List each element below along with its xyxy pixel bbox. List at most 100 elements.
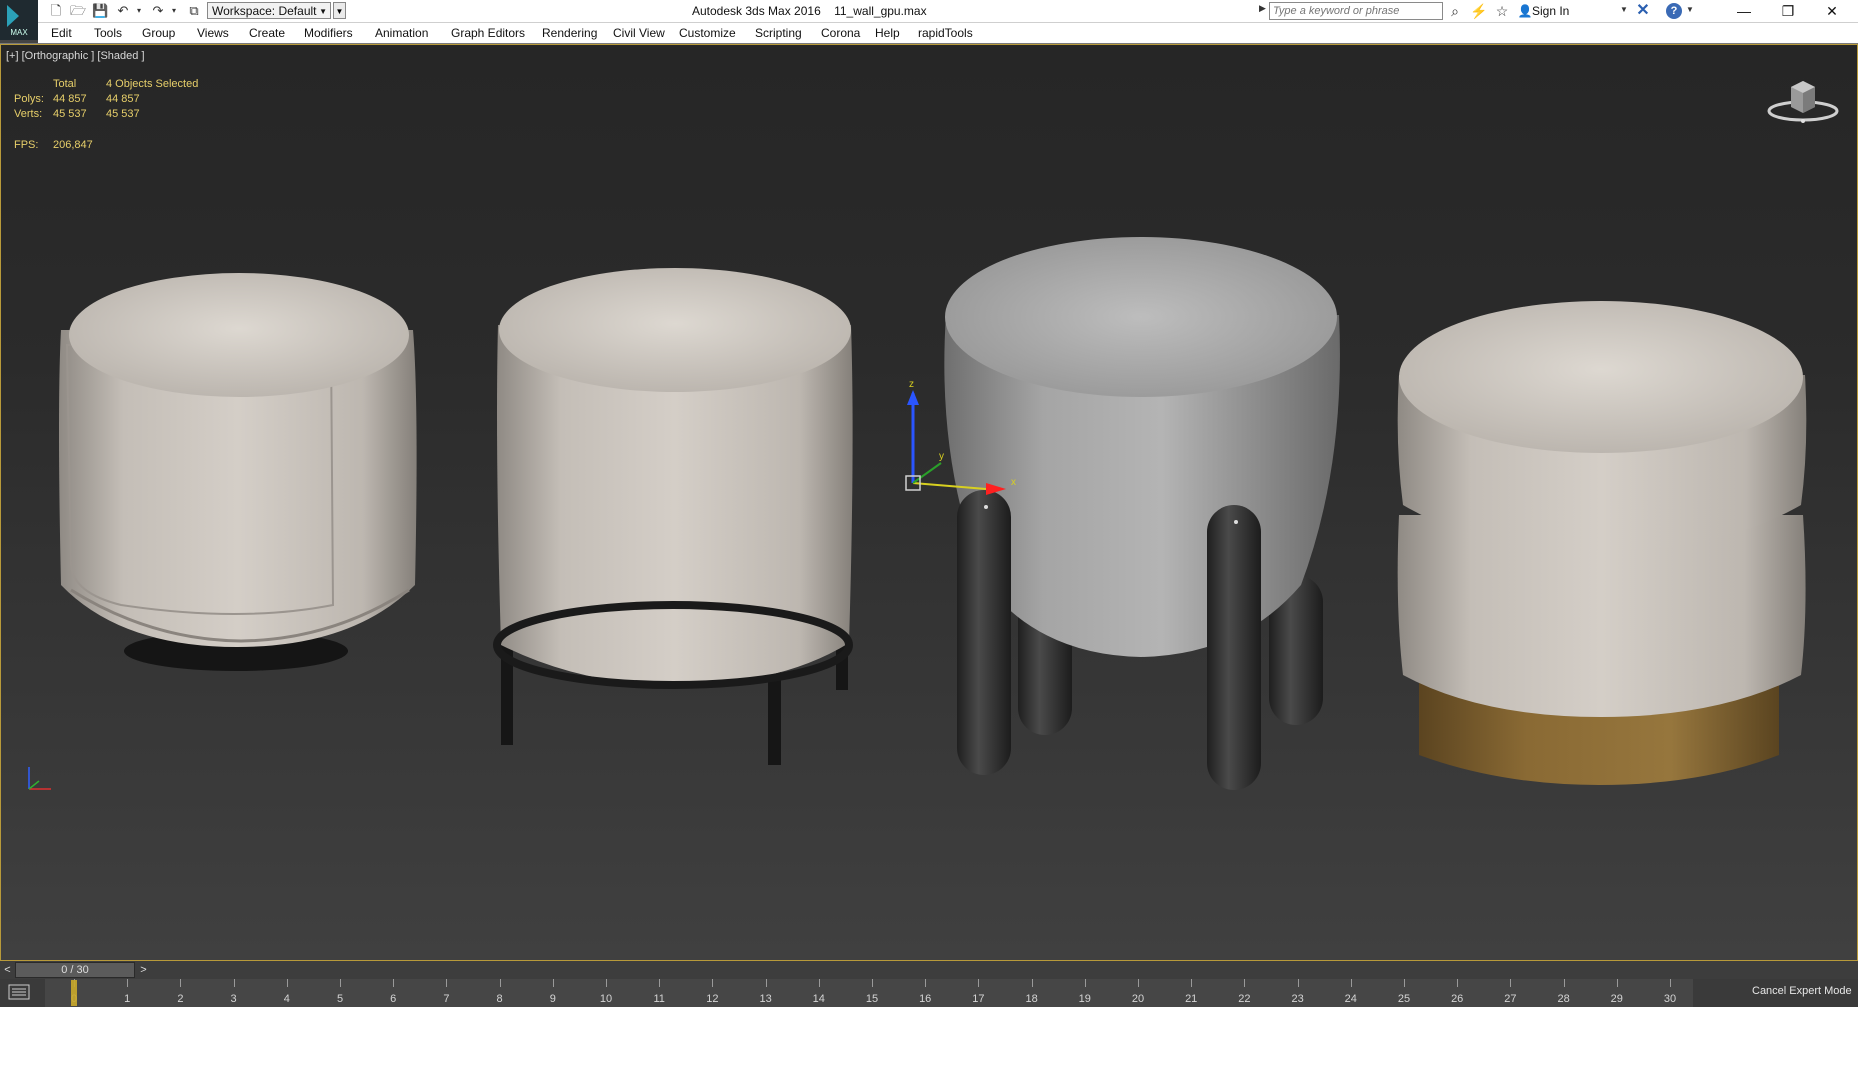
frame-label: 12 bbox=[706, 993, 719, 1005]
close-button[interactable]: ✕ bbox=[1810, 0, 1854, 22]
frame-label: 7 bbox=[443, 993, 450, 1005]
search-expand-icon[interactable]: ▶ bbox=[1259, 3, 1266, 14]
menu-rapidtools[interactable]: rapidTools bbox=[918, 26, 973, 40]
gizmo-y-label: y bbox=[939, 451, 944, 462]
frame-tick bbox=[286, 979, 288, 987]
cancel-expert-mode-button[interactable]: Cancel Expert Mode bbox=[1752, 985, 1852, 997]
viewcube-icon[interactable] bbox=[1765, 75, 1841, 125]
sign-in-link[interactable]: Sign In bbox=[1532, 4, 1569, 18]
app-logo-button[interactable]: MAX bbox=[0, 0, 38, 40]
time-slider-bar: < 0 / 30 > bbox=[0, 961, 1858, 979]
frame-label: 9 bbox=[549, 993, 556, 1005]
pouf-4-model[interactable] bbox=[1397, 301, 1807, 785]
save-icon[interactable]: 💾 bbox=[92, 3, 108, 18]
menu-views[interactable]: Views bbox=[197, 26, 229, 40]
frame-label: 3 bbox=[230, 993, 237, 1005]
pouf-3-model[interactable] bbox=[944, 237, 1340, 790]
menu-graph-editors[interactable]: Graph Editors bbox=[451, 26, 525, 40]
restore-button[interactable]: ❐ bbox=[1766, 0, 1810, 22]
sign-in-dropdown-icon[interactable]: ▼ bbox=[1620, 5, 1628, 14]
3ds-max-window: 🗋 🗁 💾 ↶ ▾ ↷ ▾ ⧉ Workspace: Default ▼ ▼ A… bbox=[0, 0, 1858, 1007]
frame-label: 18 bbox=[1025, 993, 1038, 1005]
workspace-dropdown[interactable]: Workspace: Default ▼ bbox=[207, 2, 331, 19]
curve-editor-icon[interactable] bbox=[8, 984, 30, 1000]
menu-tools[interactable]: Tools bbox=[94, 26, 122, 40]
world-axis-tripod-icon bbox=[28, 767, 51, 790]
frame-tick bbox=[1457, 979, 1459, 987]
menu-civil-view[interactable]: Civil View bbox=[613, 26, 665, 40]
open-file-icon[interactable]: 🗁 bbox=[70, 3, 86, 18]
frame-tick bbox=[818, 979, 820, 987]
stats-polys-total: 44 857 bbox=[53, 93, 87, 105]
frame-tick bbox=[872, 979, 873, 987]
new-file-icon[interactable]: 🗋 bbox=[48, 3, 64, 18]
logo-icon bbox=[7, 5, 19, 27]
pouf-2-model[interactable] bbox=[493, 268, 853, 765]
undo-dropdown-icon[interactable]: ▾ bbox=[131, 3, 147, 18]
frame-label: 16 bbox=[919, 993, 932, 1005]
window-title: Autodesk 3ds Max 2016 11_wall_gpu.max bbox=[692, 4, 927, 18]
frame-tick bbox=[765, 979, 767, 987]
frame-label: 5 bbox=[336, 993, 344, 1005]
menu-edit[interactable]: Edit bbox=[51, 26, 72, 40]
time-slider[interactable]: 0 / 30 bbox=[15, 962, 135, 978]
viewport-label-menu[interactable]: [+] [Orthographic ] [Shaded ] bbox=[6, 50, 145, 62]
frame-label: 21 bbox=[1185, 993, 1198, 1005]
menu-corona[interactable]: Corona bbox=[821, 26, 860, 40]
menu-group[interactable]: Group bbox=[142, 26, 175, 40]
redo-dropdown-icon[interactable]: ▾ bbox=[166, 3, 182, 18]
help-button[interactable]: ? bbox=[1666, 3, 1682, 19]
gizmo-z-label: z bbox=[909, 379, 914, 390]
communication-center-icon[interactable]: ⚡ bbox=[1470, 2, 1488, 20]
frame-label: 27 bbox=[1504, 993, 1517, 1005]
undo-icon[interactable]: ↶ bbox=[115, 3, 131, 18]
redo-icon[interactable]: ↷ bbox=[150, 3, 166, 18]
menu-modifiers[interactable]: Modifiers bbox=[304, 26, 353, 40]
frame-tick bbox=[180, 979, 182, 987]
pouf-1-model[interactable] bbox=[59, 273, 417, 671]
frame-tick bbox=[1510, 979, 1512, 987]
menu-bar: Edit Tools Group Views Create Modifiers … bbox=[38, 23, 1858, 43]
search-input[interactable] bbox=[1269, 2, 1443, 20]
menu-rendering[interactable]: Rendering bbox=[542, 26, 597, 40]
time-prev-button[interactable]: < bbox=[0, 961, 15, 979]
frame-tick bbox=[1616, 979, 1618, 987]
frame-label: 8 bbox=[496, 993, 503, 1005]
gizmo-x-label: x bbox=[1011, 477, 1016, 488]
minimize-button[interactable]: — bbox=[1722, 0, 1766, 22]
frame-track[interactable]: 0123456789101112131415161718192021222324… bbox=[45, 979, 1693, 1007]
orthographic-viewport[interactable]: x y z [+] [Orthographic ] [Shaded ] Tota… bbox=[0, 44, 1858, 961]
frame-tick bbox=[1350, 979, 1352, 987]
frame-label: 4 bbox=[283, 993, 290, 1005]
frame-label: 24 bbox=[1344, 993, 1357, 1005]
frame-tick bbox=[712, 979, 714, 987]
menu-create[interactable]: Create bbox=[249, 26, 285, 40]
frame-tick bbox=[1191, 979, 1193, 987]
frame-label: 17 bbox=[972, 993, 985, 1005]
frame-tick bbox=[233, 979, 235, 987]
stats-polys-selected: 44 857 bbox=[106, 93, 140, 105]
frame-tick bbox=[393, 979, 395, 987]
frame-tick bbox=[1084, 979, 1086, 987]
menu-animation[interactable]: Animation bbox=[375, 26, 428, 40]
frame-tick bbox=[925, 979, 927, 987]
workspace-menu-button[interactable]: ▼ bbox=[333, 2, 346, 19]
binoculars-icon[interactable]: ⌕ bbox=[1446, 2, 1464, 20]
menu-scripting[interactable]: Scripting bbox=[755, 26, 802, 40]
frame-label: 28 bbox=[1557, 993, 1570, 1005]
favorites-star-icon[interactable]: ☆ bbox=[1493, 2, 1511, 20]
logo-text: MAX bbox=[10, 28, 28, 37]
time-next-button[interactable]: > bbox=[136, 961, 151, 979]
frame-tick bbox=[1244, 979, 1246, 987]
frame-tick bbox=[1297, 979, 1299, 987]
stats-polys-label: Polys: bbox=[14, 93, 44, 105]
stats-header-total: Total bbox=[53, 78, 77, 90]
frame-label: 22 bbox=[1238, 993, 1251, 1005]
exchange-apps-icon[interactable]: ✕ bbox=[1634, 2, 1652, 20]
menu-customize[interactable]: Customize bbox=[679, 26, 736, 40]
current-frame-marker[interactable] bbox=[71, 980, 77, 1006]
help-dropdown-icon[interactable]: ▼ bbox=[1686, 5, 1694, 14]
project-folder-icon[interactable]: ⧉ bbox=[186, 3, 202, 18]
frame-tick bbox=[1138, 979, 1139, 987]
menu-help[interactable]: Help bbox=[875, 26, 900, 40]
